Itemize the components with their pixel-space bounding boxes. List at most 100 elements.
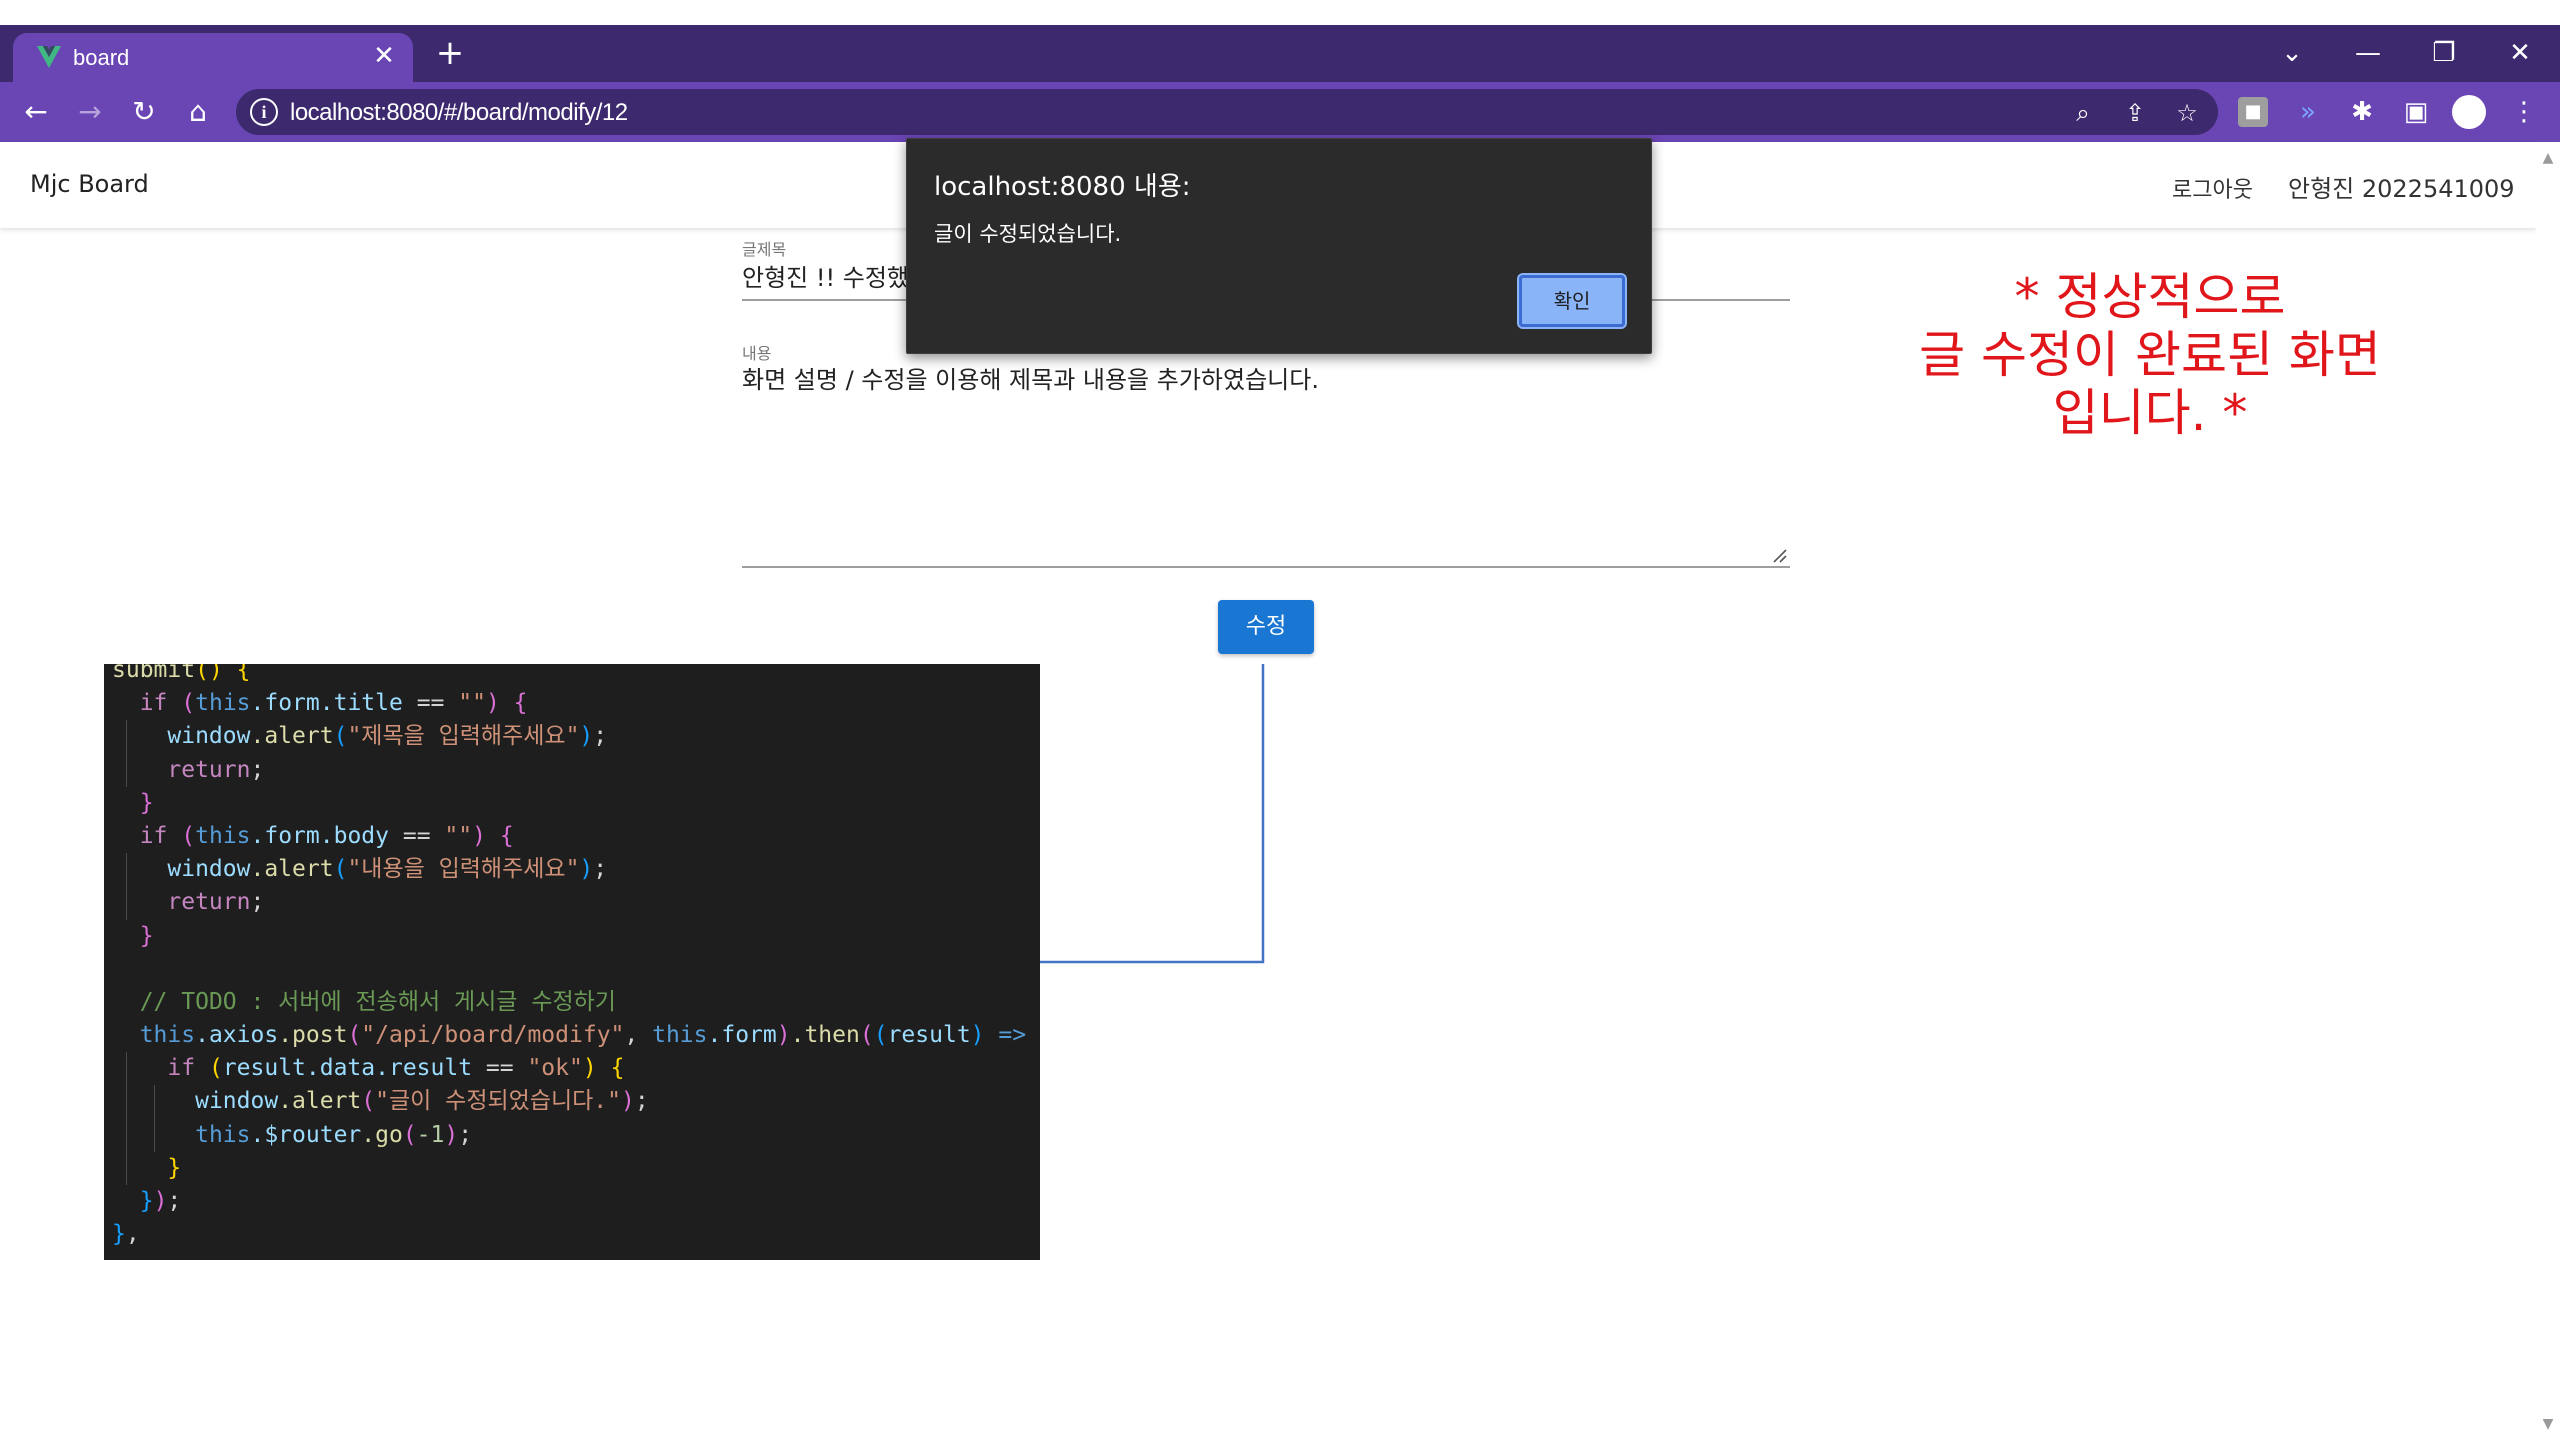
vue-logo-icon: [37, 46, 61, 68]
menu-kebab-icon[interactable]: ⋮: [2506, 94, 2542, 130]
code-token: window: [167, 856, 251, 883]
code-token: "제목을 입력해주세요": [347, 723, 580, 750]
screen-top-strip: [0, 0, 2560, 25]
code-token: submit: [112, 664, 196, 683]
code-token: "ok": [527, 1055, 583, 1082]
code-token: "": [444, 822, 473, 849]
browser-toolbar: ← → ↻ ⌂ i localhost:8080/#/board/modify/…: [0, 82, 2560, 142]
code-token: return: [167, 889, 251, 916]
annotation-line-2: 글 수정이 완료된 화면: [1919, 326, 2381, 384]
code-token: this: [195, 690, 251, 717]
code-token: .post: [278, 1022, 348, 1049]
user-info: 안형진 2022541009: [2288, 175, 2515, 203]
code-line: }: [139, 789, 154, 816]
back-arrow-icon[interactable]: ←: [18, 94, 54, 130]
code-token: .alert: [278, 1088, 362, 1115]
code-token: result.data.result: [222, 1055, 473, 1082]
minimize-icon[interactable]: —: [2348, 35, 2388, 71]
browser-tab-bar: board ✕ + ⌄ — ❐ ✕: [0, 25, 2560, 82]
code-line: submit() {: [104, 664, 1040, 687]
code-line: window.alert("글이 수정되었습니다.");: [104, 1085, 1040, 1119]
bookmark-star-icon[interactable]: ☆: [2172, 98, 2202, 128]
reload-icon[interactable]: ↻: [126, 94, 162, 130]
annotation-arrow: [1018, 664, 1265, 969]
new-tab-plus-icon[interactable]: +: [432, 35, 468, 71]
logout-link[interactable]: 로그아웃: [2172, 172, 2253, 204]
audio-extension-icon[interactable]: »: [2290, 94, 2326, 130]
dialog-ok-button[interactable]: 확인: [1517, 273, 1627, 329]
code-token: if: [139, 690, 168, 717]
code-token: "/api/board/modify": [361, 1022, 625, 1049]
code-line: // TODO : 서버에 전송해서 게시글 수정하기: [104, 986, 1040, 1019]
code-token: this: [139, 1022, 196, 1049]
zoom-icon[interactable]: ⌕: [2068, 98, 2098, 128]
code-token: ==: [402, 690, 459, 717]
address-bar[interactable]: i localhost:8080/#/board/modify/12 ⌕ ⇪ ☆: [236, 89, 2218, 135]
profile-avatar[interactable]: [2452, 95, 2486, 129]
code-line: return;: [104, 753, 1040, 787]
tab-search-chevron-icon[interactable]: ⌄: [2272, 35, 2312, 71]
annotation-line-1: * 정상적으로: [2014, 268, 2286, 326]
code-token: // TODO : 서버에 전송해서 게시글 수정하기: [139, 988, 616, 1015]
code-token: -1: [416, 1121, 445, 1148]
code-token: .form: [707, 1022, 777, 1049]
forward-arrow-icon[interactable]: →: [72, 94, 108, 130]
annotation-note: * 정상적으로 글 수정이 완료된 화면 입니다. *: [1860, 268, 2440, 442]
textarea-resize-grip-icon[interactable]: [1772, 548, 1788, 564]
code-token: .then: [790, 1022, 860, 1049]
scroll-up-arrow-icon[interactable]: ▲: [2540, 150, 2556, 166]
code-snippet-image: submit() { if (this.form.title == "") { …: [104, 664, 1040, 1260]
code-line: }: [139, 922, 154, 949]
share-icon[interactable]: ⇪: [2120, 98, 2150, 128]
brand-link[interactable]: Mjc Board: [30, 170, 149, 198]
restore-icon[interactable]: ❐: [2424, 35, 2464, 71]
modify-submit-button[interactable]: 수정: [1218, 600, 1314, 654]
code-token: if: [167, 1055, 196, 1082]
code-line: window.alert("제목을 입력해주세요");: [104, 720, 1040, 754]
code-token: ==: [389, 822, 445, 849]
code-token: .alert: [250, 856, 334, 883]
browser-tab[interactable]: board ✕: [13, 33, 413, 82]
address-url[interactable]: localhost:8080/#/board/modify/12: [290, 99, 628, 127]
site-info-icon[interactable]: i: [250, 98, 278, 126]
dialog-title: localhost:8080 내용:: [934, 172, 1191, 202]
code-token: "": [458, 690, 486, 717]
title-input[interactable]: 안형진 !! 수정했: [742, 258, 912, 293]
code-line: this.$router.go(-1);: [104, 1118, 1040, 1152]
code-line: if (this.form.body == "") {: [139, 822, 514, 849]
tab-close-icon[interactable]: ✕: [369, 41, 399, 71]
code-token: .form.title: [250, 690, 403, 717]
code-line: });: [139, 1188, 182, 1214]
code-token: ==: [472, 1055, 528, 1082]
code-token: .form.body: [250, 822, 389, 849]
scroll-down-arrow-icon[interactable]: ▼: [2540, 1416, 2556, 1432]
code-token: "글이 수정되었습니다.": [375, 1088, 621, 1115]
code-token: =>: [984, 1022, 1040, 1049]
code-token: this: [195, 1121, 251, 1148]
code-token: .axios: [195, 1022, 279, 1049]
extensions-puzzle-icon[interactable]: ✱: [2344, 94, 2380, 130]
code-token: "내용을 입력해주세요": [347, 856, 580, 883]
extension-app-icon[interactable]: ■: [2238, 97, 2268, 127]
home-icon[interactable]: ⌂: [180, 94, 216, 130]
code-line: window.alert("내용을 입력해주세요");: [104, 853, 1040, 887]
page-scrollbar[interactable]: ▲ ▼: [2536, 142, 2560, 1440]
code-line: if (this.form.title == "") {: [139, 690, 528, 717]
close-window-icon[interactable]: ✕: [2500, 35, 2540, 71]
code-token: .$router: [250, 1121, 362, 1148]
code-line: return;: [104, 886, 1040, 920]
body-textarea-underline: [742, 566, 1790, 568]
code-token: this: [652, 1022, 708, 1049]
tab-title: board: [73, 45, 130, 70]
side-panel-icon[interactable]: ▣: [2398, 94, 2434, 130]
code-token: return: [167, 756, 251, 783]
code-token: window: [195, 1088, 279, 1115]
dialog-message: 글이 수정되었습니다.: [934, 222, 1122, 246]
code-line: this.axios.post("/api/board/modify", thi…: [139, 1022, 1040, 1049]
code-line: if (result.data.result == "ok") {: [104, 1052, 1040, 1086]
code-token: window: [167, 723, 251, 750]
code-token: this: [195, 822, 251, 849]
code-token: result: [887, 1022, 971, 1049]
body-textarea[interactable]: 화면 설명 / 수정을 이용해 제목과 내용을 추가하였습니다.: [742, 360, 1782, 395]
